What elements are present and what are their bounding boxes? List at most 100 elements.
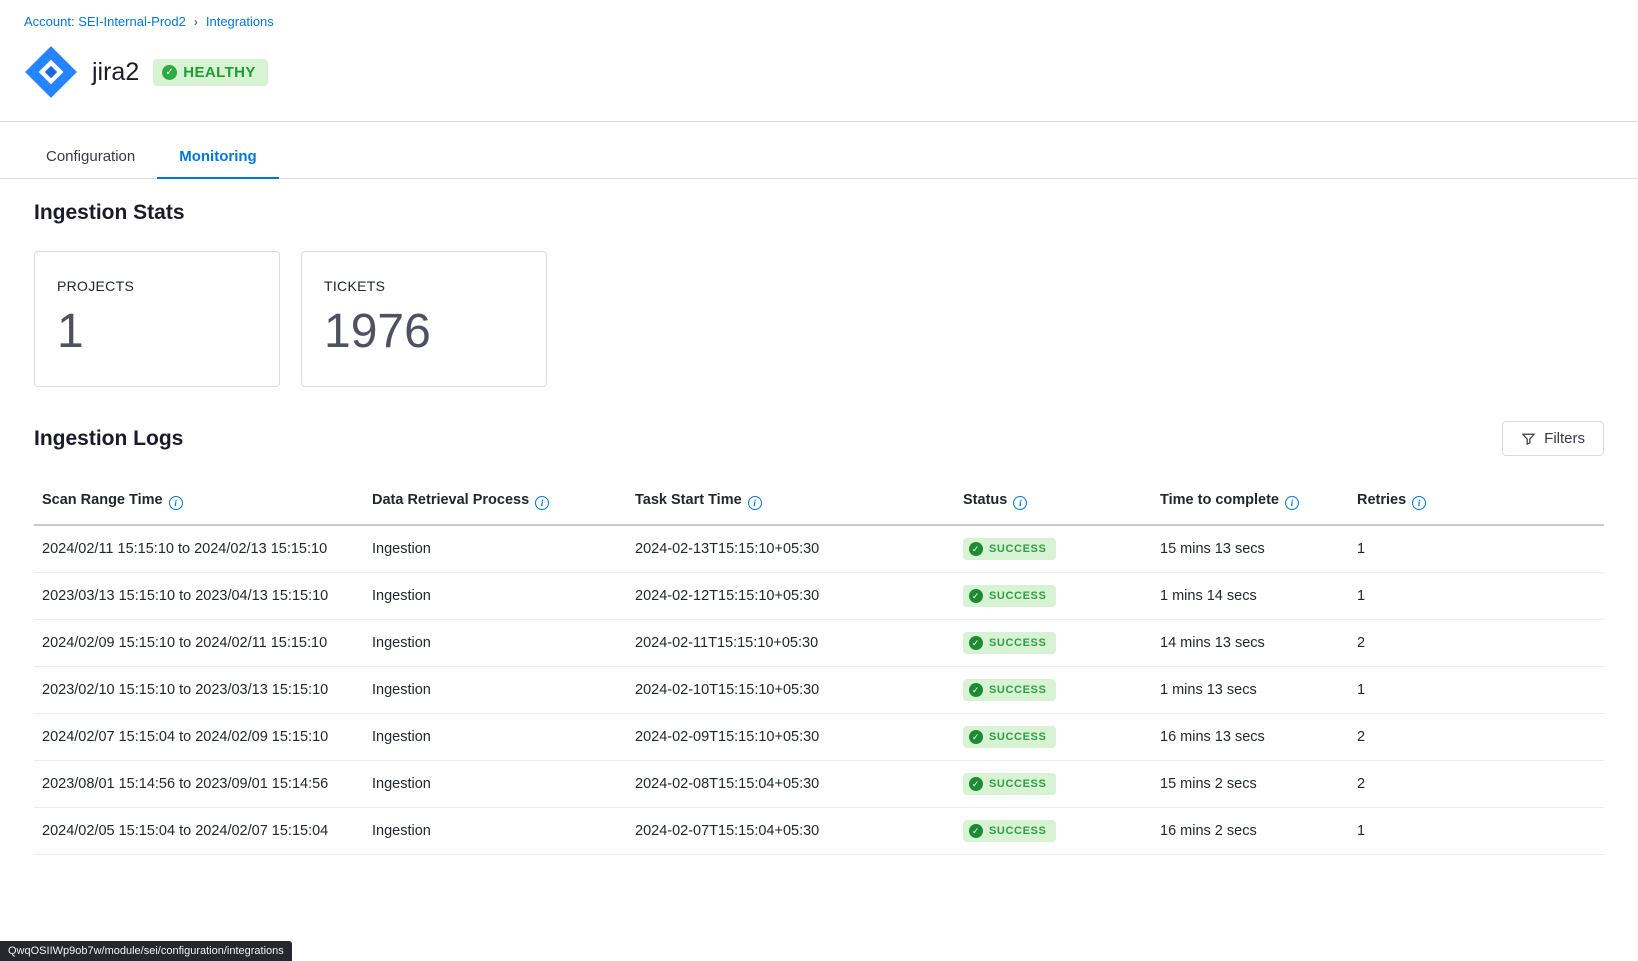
retries-cell: 1 (1349, 573, 1604, 620)
jira-logo-icon (24, 45, 78, 99)
info-icon[interactable]: i (1013, 496, 1027, 510)
projects-stat-label: PROJECTS (57, 278, 279, 294)
logs-column-label: Retries (1357, 492, 1406, 508)
breadcrumb-separator-icon: › (194, 15, 198, 29)
table-row: 2023/03/13 15:15:10 to 2023/04/13 15:15:… (34, 573, 1604, 620)
page-header: Account: SEI-Internal-Prod2 › Integratio… (0, 0, 1638, 29)
scan-range-cell: 2024/02/05 15:15:04 to 2024/02/07 15:15:… (34, 808, 364, 855)
ingestion-logs-title: Ingestion Logs (34, 427, 183, 451)
status-badge-label: SUCCESS (989, 590, 1046, 602)
status-badge-label: SUCCESS (989, 684, 1046, 696)
retries-cell: 2 (1349, 761, 1604, 808)
success-check-icon: ✓ (969, 824, 983, 838)
info-icon[interactable]: i (1412, 496, 1426, 510)
status-badge: ✓ SUCCESS (963, 585, 1056, 607)
main-content: Ingestion Stats PROJECTS 1 TICKETS 1976 … (0, 179, 1638, 855)
browser-status-url: QwqOSIIWp9ob7w/module/sei/configuration/… (0, 941, 292, 961)
status-badge-label: SUCCESS (989, 778, 1046, 790)
status-badge-label: SUCCESS (989, 637, 1046, 649)
status-badge-label: SUCCESS (989, 543, 1046, 555)
retries-cell: 2 (1349, 620, 1604, 667)
ingestion-stats-title: Ingestion Stats (34, 201, 1604, 225)
task-start-cell: 2024-02-08T15:15:04+05:30 (627, 761, 955, 808)
process-cell: Ingestion (364, 667, 627, 714)
status-badge: ✓ SUCCESS (963, 726, 1056, 748)
task-start-cell: 2024-02-10T15:15:10+05:30 (627, 667, 955, 714)
table-row: 2024/02/09 15:15:10 to 2024/02/11 15:15:… (34, 620, 1604, 667)
integration-title-row: jira2 ✓ HEALTHY (24, 45, 1638, 99)
status-badge-label: SUCCESS (989, 731, 1046, 743)
time-to-complete-cell: 16 mins 13 secs (1152, 714, 1349, 761)
task-start-cell: 2024-02-09T15:15:10+05:30 (627, 714, 955, 761)
tickets-stat-card: TICKETS 1976 (301, 251, 547, 387)
process-cell: Ingestion (364, 525, 627, 573)
breadcrumb-integrations-link[interactable]: Integrations (206, 14, 274, 29)
process-cell: Ingestion (364, 761, 627, 808)
logs-table-header-row: Scan Range TimeiData Retrieval ProcessiT… (34, 482, 1604, 525)
time-to-complete-cell: 15 mins 2 secs (1152, 761, 1349, 808)
health-check-icon: ✓ (162, 65, 177, 80)
scan-range-cell: 2023/08/01 15:14:56 to 2023/09/01 15:14:… (34, 761, 364, 808)
status-badge: ✓SUCCESS (963, 773, 1056, 795)
logs-column-header: Statusi (955, 482, 1152, 525)
logs-column-label: Task Start Time (635, 492, 742, 508)
scan-range-cell: 2023/03/13 15:15:10 to 2023/04/13 15:15:… (34, 573, 364, 620)
filters-button-label: Filters (1544, 430, 1585, 447)
retries-cell: 1 (1349, 525, 1604, 573)
scan-range-cell: 2024/02/09 15:15:10 to 2024/02/11 15:15:… (34, 620, 364, 667)
tickets-stat-value: 1976 (324, 304, 546, 359)
status-cell: ✓SUCCESS (955, 808, 1152, 855)
breadcrumb-account-link[interactable]: Account: SEI-Internal-Prod2 (24, 14, 186, 29)
info-icon[interactable]: i (748, 496, 762, 510)
logs-column-header: Task Start Time i (627, 482, 955, 525)
status-badge: ✓SUCCESS (963, 679, 1056, 701)
tickets-stat-label: TICKETS (324, 278, 546, 294)
status-cell: ✓ SUCCESS (955, 525, 1152, 573)
time-to-complete-cell: 1 mins 14 secs (1152, 573, 1349, 620)
time-to-complete-cell: 15 mins 13 secs (1152, 525, 1349, 573)
info-icon[interactable]: i (535, 496, 549, 510)
retries-cell: 2 (1349, 714, 1604, 761)
task-start-cell: 2024-02-12T15:15:10+05:30 (627, 573, 955, 620)
tabs-bar: Configuration Monitoring (0, 138, 1638, 179)
time-to-complete-cell: 1 mins 13 secs (1152, 667, 1349, 714)
status-cell: ✓ SUCCESS (955, 714, 1152, 761)
breadcrumb: Account: SEI-Internal-Prod2 › Integratio… (24, 14, 1638, 29)
ingestion-logs-table: Scan Range TimeiData Retrieval ProcessiT… (34, 482, 1604, 855)
info-icon[interactable]: i (1285, 496, 1299, 510)
integration-name: jira2 (92, 58, 139, 87)
status-badge: ✓SUCCESS (963, 632, 1056, 654)
success-check-icon: ✓ (969, 542, 983, 556)
success-check-icon: ✓ (969, 589, 983, 603)
process-cell: Ingestion (364, 573, 627, 620)
tab-monitoring[interactable]: Monitoring (157, 138, 278, 178)
table-row: 2024/02/11 15:15:10 to 2024/02/13 15:15:… (34, 525, 1604, 573)
table-row: 2024/02/05 15:15:04 to 2024/02/07 15:15:… (34, 808, 1604, 855)
time-to-complete-cell: 14 mins 13 secs (1152, 620, 1349, 667)
task-start-cell: 2024-02-13T15:15:10+05:30 (627, 525, 955, 573)
scan-range-cell: 2024/02/11 15:15:10 to 2024/02/13 15:15:… (34, 525, 364, 573)
success-check-icon: ✓ (969, 730, 983, 744)
logs-column-label: Time to complete (1160, 492, 1279, 508)
process-cell: Ingestion (364, 714, 627, 761)
health-badge-label: HEALTHY (183, 64, 256, 81)
tab-configuration[interactable]: Configuration (24, 138, 157, 178)
logs-column-header: Data Retrieval Process i (364, 482, 627, 525)
filters-button[interactable]: Filters (1502, 421, 1604, 456)
status-badge: ✓ SUCCESS (963, 538, 1056, 560)
logs-column-header: Retries i (1349, 482, 1604, 525)
stat-cards: PROJECTS 1 TICKETS 1976 (34, 251, 1604, 387)
filter-funnel-icon (1521, 431, 1536, 446)
status-cell: ✓SUCCESS (955, 667, 1152, 714)
task-start-cell: 2024-02-11T15:15:10+05:30 (627, 620, 955, 667)
status-badge: ✓SUCCESS (963, 820, 1056, 842)
logs-column-label: Data Retrieval Process (372, 492, 529, 508)
health-status-badge: ✓ HEALTHY (153, 59, 268, 86)
retries-cell: 1 (1349, 808, 1604, 855)
header-divider (0, 121, 1638, 122)
logs-column-header: Time to complete i (1152, 482, 1349, 525)
task-start-cell: 2024-02-07T15:15:04+05:30 (627, 808, 955, 855)
process-cell: Ingestion (364, 808, 627, 855)
time-to-complete-cell: 16 mins 2 secs (1152, 808, 1349, 855)
info-icon[interactable]: i (169, 496, 183, 510)
